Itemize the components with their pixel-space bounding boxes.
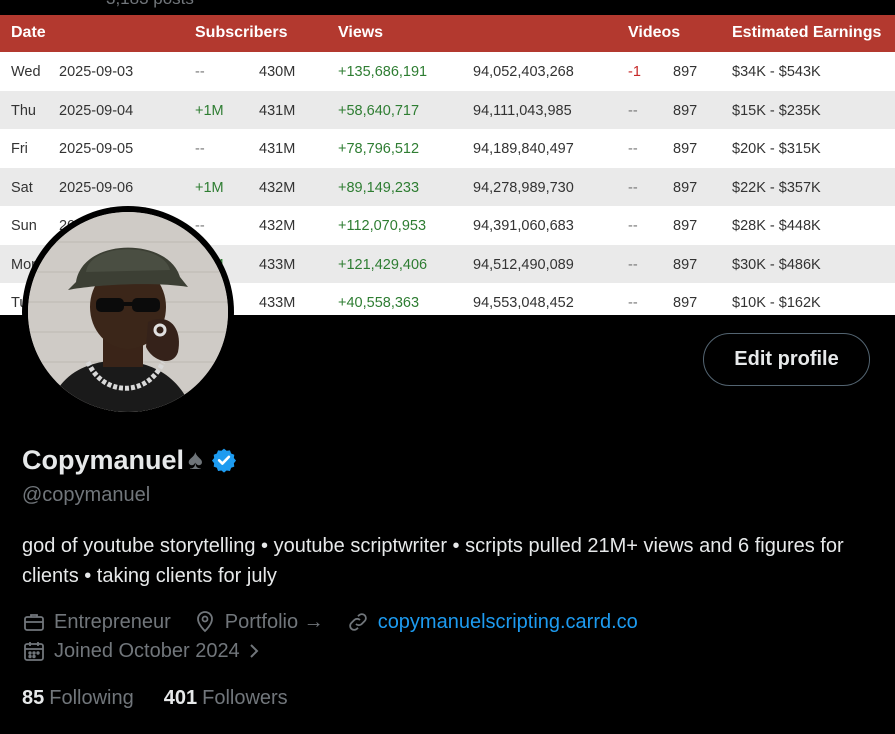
profile-meta-row-1: Entrepreneur Portfolio → copymanuelscrip… <box>22 610 660 634</box>
cell-vid-change: -- <box>628 141 638 157</box>
briefcase-icon <box>24 614 44 631</box>
cell-sub-change: -- <box>195 141 205 157</box>
cell-sub-change: +1M <box>195 102 224 119</box>
edit-profile-button[interactable]: Edit profile <box>703 333 870 386</box>
cell-subs: 432M <box>259 218 296 234</box>
cell-videos: 897 <box>673 102 698 119</box>
profile-name: Copymanuel ♠ <box>22 444 237 476</box>
location-pin-icon <box>196 611 213 633</box>
cell-subs: 432M <box>259 179 296 196</box>
table-row: Thu 2025-09-04 +1M 431M +58,640,717 94,111,04… <box>0 90 895 129</box>
category-item: Entrepreneur <box>22 610 171 634</box>
cell-views: 94,189,840,497 <box>473 141 574 157</box>
cell-views: 94,278,989,730 <box>473 179 574 196</box>
cell-videos: 897 <box>673 218 698 234</box>
table-row: Sat 2025-09-06 +1M 432M +89,149,233 94,278,98… <box>0 167 895 206</box>
cell-day: Wed <box>11 64 41 80</box>
cell-videos: 897 <box>673 256 698 273</box>
calendar-icon <box>24 642 44 661</box>
cell-vid-change: -- <box>628 295 638 311</box>
table-row: Wed 2025-09-03 -- 430M +135,686,191 94,052,40… <box>0 52 895 91</box>
header-subscribers: Subscribers <box>195 24 288 41</box>
header-views: Views <box>338 24 384 41</box>
joined-item: Joined October 2024 <box>22 639 270 663</box>
posts-count: 3,183 posts <box>106 0 194 9</box>
cell-date: 2025-09-03 <box>59 64 134 80</box>
joined-label[interactable]: Joined October 2024 <box>54 640 240 663</box>
cell-day: Sun <box>11 218 37 234</box>
category-label: Entrepreneur <box>54 610 171 633</box>
cell-vid-change: -- <box>628 218 638 234</box>
cell-earnings: $22K - $357K <box>732 179 821 196</box>
profile-handle: @copymanuel <box>22 484 151 506</box>
cell-day: Thu <box>11 102 36 119</box>
cell-subs: 433M <box>259 256 296 273</box>
cell-vid-change: -- <box>628 179 638 196</box>
cell-earnings: $28K - $448K <box>732 218 821 234</box>
cell-view-change: +58,640,717 <box>338 102 420 119</box>
avatar[interactable] <box>22 206 234 418</box>
cell-vid-change: -- <box>628 256 638 273</box>
followers-label: Followers <box>202 687 288 709</box>
cell-view-change: +112,070,953 <box>338 218 427 234</box>
cell-view-change: +89,149,233 <box>338 179 420 196</box>
followers-link[interactable]: 401 Followers <box>164 687 288 710</box>
spade-emoji: ♠ <box>188 444 203 475</box>
cell-views: 94,553,048,452 <box>473 295 574 311</box>
cell-earnings: $34K - $543K <box>732 64 821 80</box>
table-header: Date Subscribers Views Videos Estimated … <box>0 15 895 52</box>
location-item: Portfolio → <box>193 610 324 634</box>
cell-subs: 431M <box>259 102 296 119</box>
header-earnings: Estimated Earnings <box>732 24 882 41</box>
cell-view-change: +78,796,512 <box>338 141 420 157</box>
cell-vid-change: -1 <box>628 64 641 80</box>
cell-sub-change: -- <box>195 64 205 80</box>
cell-subs: 433M <box>259 295 296 311</box>
cell-videos: 897 <box>673 64 698 80</box>
profile-meta-row-2: Joined October 2024 <box>22 639 292 663</box>
chevron-right-icon[interactable] <box>246 641 262 661</box>
link-icon <box>348 613 367 631</box>
website-item[interactable]: copymanuelscripting.carrd.co <box>346 610 638 634</box>
verified-badge-icon[interactable] <box>211 447 237 473</box>
website-link[interactable]: copymanuelscripting.carrd.co <box>378 611 638 634</box>
following-count: 85 <box>22 687 45 709</box>
location-label: Portfolio → <box>224 610 324 633</box>
cell-day: Fri <box>11 141 28 157</box>
cell-views: 94,391,060,683 <box>473 218 574 234</box>
cell-views: 94,111,043,985 <box>473 102 572 119</box>
cell-videos: 897 <box>673 141 698 157</box>
cell-subs: 431M <box>259 141 296 157</box>
cell-date: 2025-09-05 <box>59 141 134 157</box>
followers-count: 401 <box>163 687 198 709</box>
cell-videos: 897 <box>673 179 698 196</box>
cell-vid-change: -- <box>628 102 638 119</box>
cell-view-change: +40,558,363 <box>338 295 420 311</box>
cell-day: Sat <box>11 179 33 196</box>
cell-view-change: +121,429,406 <box>338 256 428 273</box>
follow-stats: 85 Following 401 Followers <box>22 687 318 710</box>
cell-subs: 430M <box>259 64 296 80</box>
header-videos: Videos <box>628 24 681 41</box>
cell-views: 94,052,403,268 <box>473 64 574 80</box>
profile-bio: god of youtube storytelling • youtube sc… <box>22 535 844 587</box>
header-date: Date <box>11 24 46 41</box>
cell-date: 2025-09-06 <box>59 179 134 196</box>
cell-date: 2025-09-04 <box>59 102 134 119</box>
table-row: Fri 2025-09-05 -- 431M +78,796,512 94,189,840… <box>0 129 895 168</box>
following-label: Following <box>49 687 134 709</box>
cell-views: 94,512,490,089 <box>473 256 574 273</box>
cell-earnings: $10K - $162K <box>732 295 821 311</box>
cell-videos: 897 <box>673 295 698 311</box>
cell-earnings: $20K - $315K <box>732 141 821 157</box>
cell-earnings: $15K - $235K <box>732 102 821 119</box>
cell-earnings: $30K - $486K <box>732 256 821 273</box>
display-name: Copymanuel <box>22 444 185 475</box>
avatar-photo <box>28 212 228 412</box>
cell-view-change: +135,686,191 <box>338 64 428 80</box>
cell-sub-change: +1M <box>195 179 224 196</box>
following-link[interactable]: 85 Following <box>22 687 134 710</box>
